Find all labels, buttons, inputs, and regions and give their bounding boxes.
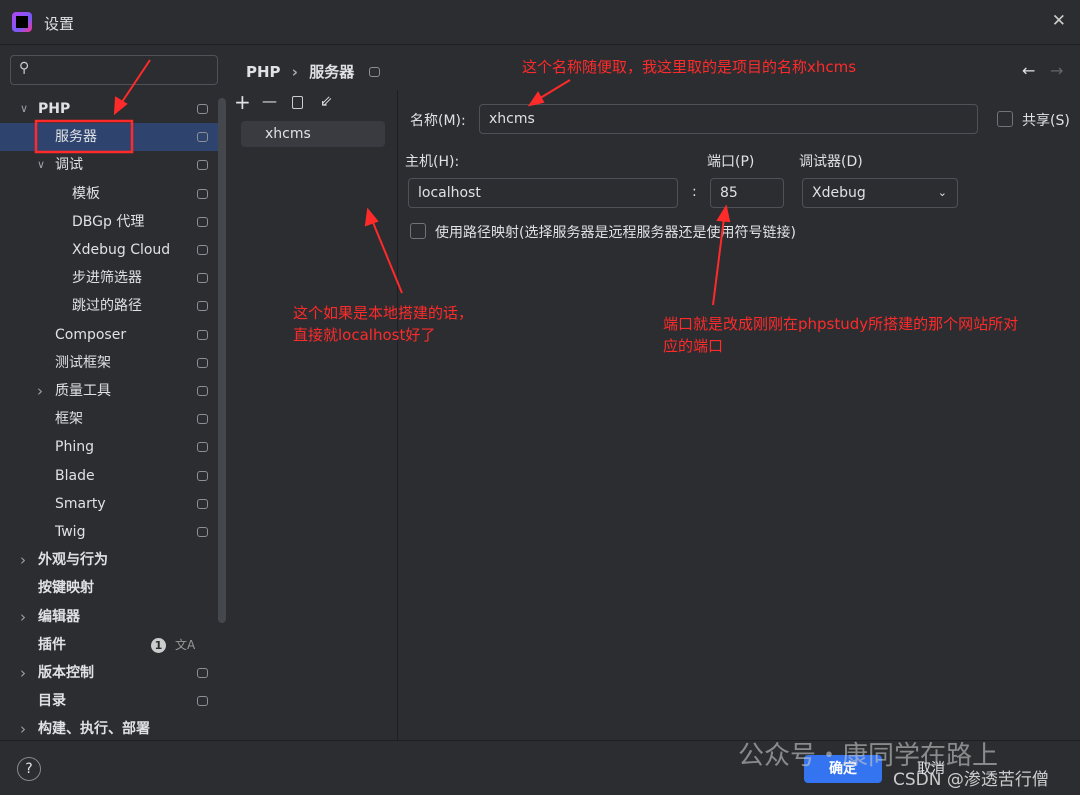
annotation-port-2: 应的端口 bbox=[663, 337, 724, 355]
help-button[interactable]: ? bbox=[17, 757, 41, 781]
annotation-port-1: 端口就是改成刚刚在phpstudy所搭建的那个网站所对 bbox=[663, 315, 1019, 333]
annotation-overlay bbox=[34, 59, 731, 306]
annotation-name: 这个名称随便取，我这里取的是项目的名称xhcms bbox=[522, 58, 857, 76]
annotation-host-1: 这个如果是本地搭建的话， bbox=[293, 304, 474, 322]
highlight-box bbox=[34, 119, 134, 154]
csdn-watermark: CSDN @渗透苦行僧 bbox=[893, 770, 1049, 790]
annotation-host-2: 直接就localhost好了 bbox=[293, 326, 436, 344]
footer: ? 确定 取消 公众号・康同学在路上 CSDN @渗透苦行僧 bbox=[0, 740, 1080, 795]
